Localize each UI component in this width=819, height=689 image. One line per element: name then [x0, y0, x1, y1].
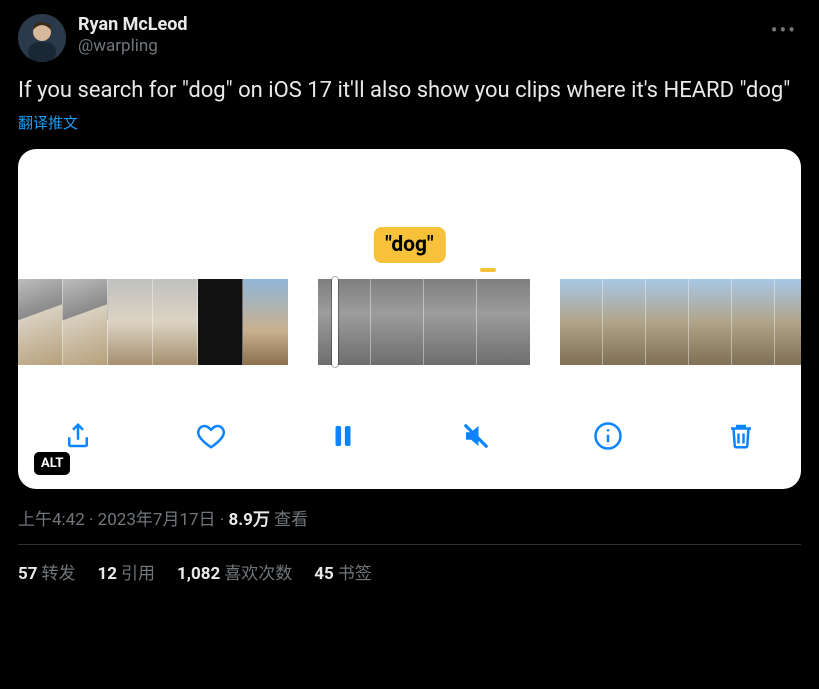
playhead[interactable]: [332, 277, 338, 367]
clip-group[interactable]: [318, 279, 530, 365]
avatar[interactable]: [18, 14, 66, 62]
likes-stat[interactable]: 1,082喜欢次数: [177, 559, 292, 584]
alt-badge[interactable]: ALT: [34, 452, 70, 475]
author-names: Ryan McLeod @warpling: [78, 14, 767, 56]
search-tooltip: "dog": [373, 227, 445, 263]
mute-icon[interactable]: [458, 418, 494, 454]
clip-thumbnail[interactable]: [63, 279, 108, 365]
clip-thumbnail[interactable]: [371, 279, 424, 365]
clip-thumbnail[interactable]: [153, 279, 198, 365]
quotes-stat[interactable]: 12引用: [98, 559, 156, 584]
media-card[interactable]: "dog": [18, 149, 801, 489]
clip-thumbnail[interactable]: [603, 279, 646, 365]
translate-link[interactable]: 翻译推文: [18, 112, 801, 133]
clip-thumbnail[interactable]: [318, 279, 371, 365]
tweet-text: If you search for "dog" on iOS 17 it'll …: [18, 76, 801, 106]
clip-thumbnail[interactable]: [775, 279, 801, 365]
views-count: 8.9万: [228, 510, 269, 530]
bookmarks-stat[interactable]: 45书签: [314, 559, 372, 584]
display-name[interactable]: Ryan McLeod: [78, 14, 767, 36]
clip-thumbnail[interactable]: [646, 279, 689, 365]
pause-icon[interactable]: [325, 418, 361, 454]
retweets-stat[interactable]: 57转发: [18, 559, 76, 584]
video-timeline[interactable]: [18, 279, 801, 365]
clip-thumbnail[interactable]: [689, 279, 732, 365]
handle[interactable]: @warpling: [78, 36, 767, 56]
trash-icon[interactable]: [723, 418, 759, 454]
tweet-meta: 上午4:42 · 2023年7月17日 · 8.9万 查看: [18, 505, 801, 530]
tweet-header: Ryan McLeod @warpling •••: [18, 14, 801, 62]
tweet: Ryan McLeod @warpling ••• If you search …: [0, 0, 819, 598]
clip-thumbnail[interactable]: [732, 279, 775, 365]
clip-thumbnail[interactable]: [477, 279, 530, 365]
heart-icon[interactable]: [193, 418, 229, 454]
clip-group[interactable]: [560, 279, 801, 365]
tweet-stats: 57转发 12引用 1,082喜欢次数 45书签: [18, 545, 801, 584]
tweet-time[interactable]: 上午4:42: [18, 510, 85, 530]
clip-thumbnail[interactable]: [108, 279, 153, 365]
clip-thumbnail[interactable]: [424, 279, 477, 365]
more-icon[interactable]: •••: [767, 14, 801, 46]
media-toolbar: [18, 411, 801, 461]
clip-thumbnail[interactable]: [18, 279, 63, 365]
clip-thumbnail[interactable]: [560, 279, 603, 365]
info-icon[interactable]: [590, 418, 626, 454]
clip-group[interactable]: [18, 279, 288, 365]
clip-thumbnail[interactable]: [198, 279, 243, 365]
tweet-date[interactable]: 2023年7月17日: [98, 510, 216, 530]
share-icon[interactable]: [60, 418, 96, 454]
clip-thumbnail[interactable]: [243, 279, 288, 365]
views-label: 查看: [274, 510, 308, 530]
tooltip-tick: [480, 268, 496, 272]
